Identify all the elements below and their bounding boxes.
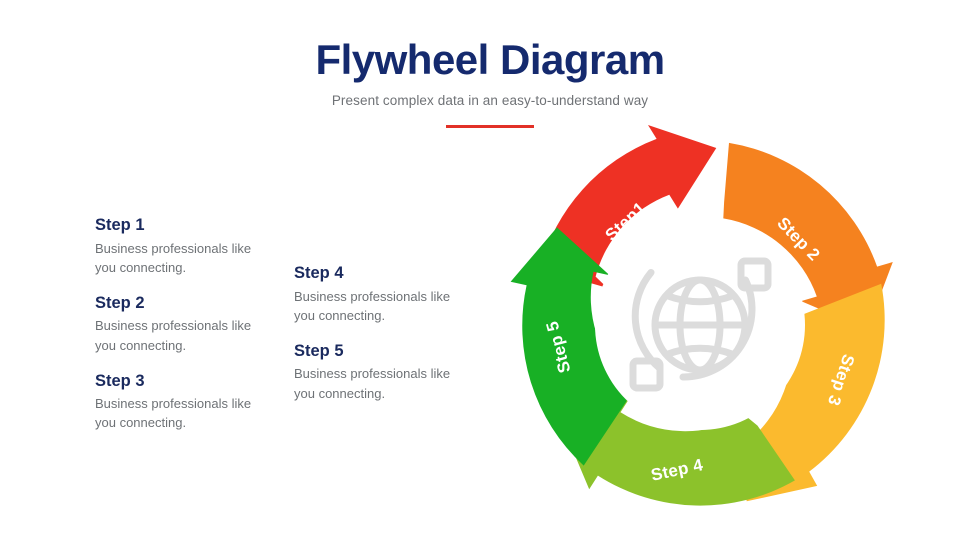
- step-block: Step 4 Business professionals like you c…: [294, 263, 454, 325]
- step-block: Step 5 Business professionals like you c…: [294, 341, 454, 403]
- step-heading: Step 3: [95, 371, 145, 390]
- step-description: Business professionals like you connecti…: [95, 318, 252, 353]
- step-description: Business professionals like you connecti…: [95, 396, 252, 431]
- steps-column-left: Step 1 Business professionals like you c…: [95, 215, 255, 433]
- step-block: Step 1 Business professionals like you c…: [95, 215, 255, 277]
- page-subtitle: Present complex data in an easy-to-under…: [331, 93, 649, 109]
- step-description: Business professionals like you connecti…: [294, 366, 451, 401]
- step-heading: Step 5: [294, 341, 344, 360]
- step-heading: Step 2: [95, 293, 145, 312]
- flywheel-diagram: Step1 Step 2 Step 3 Step 4 Step 5: [500, 125, 900, 525]
- page-title: Flywheel Diagram: [315, 36, 665, 83]
- step-heading: Step 1: [95, 216, 145, 234]
- step-heading: Step 4: [294, 264, 344, 282]
- slide-canvas: Flywheel Diagram Present complex data in…: [0, 0, 980, 551]
- step-block: Step 3 Business professionals like you c…: [95, 371, 255, 433]
- header: Flywheel Diagram Present complex data in…: [0, 36, 980, 129]
- step-description: Business professionals like you connecti…: [95, 240, 252, 275]
- steps-column-middle: Step 4 Business professionals like you c…: [294, 263, 454, 403]
- step-description: Business professionals like you connecti…: [294, 288, 451, 323]
- step-block: Step 2 Business professionals like you c…: [95, 293, 255, 355]
